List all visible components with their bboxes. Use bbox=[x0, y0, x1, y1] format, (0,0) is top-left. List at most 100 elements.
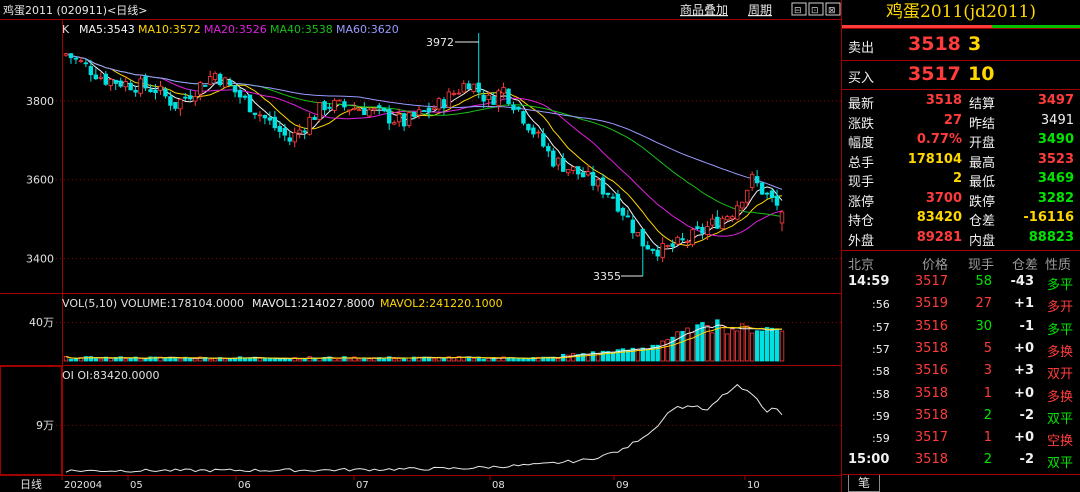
candle-body bbox=[352, 108, 357, 110]
ask-volume: 3 bbox=[968, 33, 982, 55]
volume-bar bbox=[521, 358, 526, 362]
bid-row: 买入 3517 10 bbox=[842, 63, 1080, 89]
ma-legend-item: MA60:3620 bbox=[336, 23, 399, 36]
candle-body bbox=[665, 244, 670, 247]
candle-body bbox=[645, 245, 650, 250]
candle-body bbox=[277, 126, 283, 132]
volume-bar bbox=[257, 357, 263, 362]
ma-legend-item: MA20:3526 bbox=[204, 23, 267, 36]
candle-body bbox=[103, 73, 108, 85]
minimize-icon[interactable]: ⊟ bbox=[794, 6, 802, 16]
kline-chart-area[interactable]: 鸡蛋2011 (020911)<日线> 商品叠加 周期 ⊟ ⊡ ⊠ K MA5:… bbox=[0, 0, 842, 492]
tab-ticks[interactable]: 笔 bbox=[848, 475, 880, 492]
candle-body bbox=[327, 106, 332, 109]
candle-body bbox=[620, 207, 626, 216]
vol-mavol2: MAVOL2:241220.1000 bbox=[380, 297, 503, 310]
volume-bar bbox=[188, 358, 193, 362]
volume-bar bbox=[123, 358, 128, 362]
volume-bar bbox=[461, 356, 466, 362]
candle-body bbox=[585, 171, 591, 176]
candle-body bbox=[421, 110, 427, 112]
candle-body bbox=[148, 89, 153, 93]
price-axis-tick: 3400 bbox=[26, 252, 54, 265]
volume-bar bbox=[68, 358, 74, 362]
volume-bar bbox=[769, 327, 775, 362]
volume-bar bbox=[83, 356, 89, 362]
volume-bar bbox=[481, 358, 486, 362]
tick-row[interactable]: :57 3518 5 +0 多换 bbox=[842, 340, 1080, 360]
tick-row[interactable]: :57 3516 30 -1 多平 bbox=[842, 318, 1080, 338]
candle-body bbox=[720, 217, 725, 230]
volume-bar bbox=[128, 358, 133, 362]
close-icon[interactable]: ⊠ bbox=[828, 6, 836, 16]
volume-bar bbox=[764, 327, 770, 362]
candle-body bbox=[675, 236, 680, 245]
vol-title: VOL(5,10) VOLUME:178104.0000 bbox=[62, 297, 244, 310]
volume-bar bbox=[725, 333, 730, 362]
volume-bar bbox=[779, 330, 785, 362]
x-axis-label: 05 bbox=[130, 480, 143, 491]
ma-legend: MA5:3543 MA10:3572 MA20:3526 MA40:3538 MA60:… bbox=[79, 23, 399, 36]
window-buttons[interactable]: ⊟ ⊡ ⊠ bbox=[791, 2, 841, 16]
ma-line bbox=[65, 53, 783, 190]
candle-body bbox=[635, 231, 641, 237]
candle-body bbox=[725, 216, 730, 221]
vol-axis-tick: 40万 bbox=[29, 316, 54, 329]
candle-body bbox=[764, 192, 770, 195]
stat-row: 现手 2 最低 3469 bbox=[848, 171, 1074, 190]
candle-body bbox=[401, 113, 407, 127]
candle-body bbox=[546, 146, 551, 152]
candle-body bbox=[237, 90, 243, 98]
candle-body bbox=[272, 116, 278, 129]
volume-bar bbox=[660, 340, 665, 362]
tick-row[interactable]: :59 3518 2 -2 双平 bbox=[842, 407, 1080, 427]
tick-row[interactable]: :58 3516 3 +3 双开 bbox=[842, 362, 1080, 382]
candle-body bbox=[143, 76, 148, 89]
menu-period[interactable]: 周期 bbox=[748, 3, 772, 17]
volume-bar bbox=[222, 358, 228, 362]
volume-bar bbox=[471, 358, 476, 362]
candle-body bbox=[178, 99, 183, 110]
volume-bar bbox=[735, 330, 740, 362]
candle-body bbox=[769, 190, 775, 198]
tick-row[interactable]: :56 3519 27 +1 多开 bbox=[842, 295, 1080, 315]
candle-body bbox=[536, 131, 541, 134]
candle-body bbox=[406, 112, 412, 126]
stat-row: 涨跌 27 昨结 3491 bbox=[848, 112, 1074, 132]
candle-body bbox=[451, 93, 457, 95]
candle-body bbox=[411, 111, 417, 117]
tick-row[interactable]: 14:59 3517 58 -43 多平 bbox=[842, 273, 1080, 293]
oi-axis-tick: 9万 bbox=[36, 419, 54, 432]
low-label: 3355 bbox=[593, 270, 621, 283]
volume-bar bbox=[486, 357, 491, 362]
tick-row[interactable]: 15:00 3518 2 -2 双平 bbox=[842, 451, 1080, 471]
tick-row[interactable]: :59 3517 1 +0 空换 bbox=[842, 429, 1080, 449]
candle-body bbox=[63, 53, 69, 56]
volume-bar bbox=[730, 328, 735, 362]
stat-row: 外盘 89281 内盘 88823 bbox=[848, 229, 1074, 249]
candle-body bbox=[730, 216, 735, 220]
volume-bar bbox=[406, 357, 412, 362]
price-extremes: 3972 3355 bbox=[426, 36, 621, 283]
volume-bar bbox=[720, 325, 725, 362]
candle-body bbox=[416, 109, 422, 116]
candle-body bbox=[282, 128, 287, 136]
x-axis-label: 09 bbox=[616, 480, 629, 491]
restore-icon[interactable]: ⊡ bbox=[811, 6, 819, 16]
tick-row[interactable]: :58 3518 1 +0 多换 bbox=[842, 385, 1080, 405]
volume-bar bbox=[357, 358, 362, 362]
volume-bar bbox=[496, 357, 501, 362]
candle-body bbox=[188, 95, 193, 100]
volume-bar bbox=[516, 358, 521, 362]
menu-overlay-commodity[interactable]: 商品叠加 bbox=[680, 2, 728, 17]
candle-body bbox=[203, 85, 208, 87]
candle-body bbox=[332, 100, 337, 111]
candle-body bbox=[556, 157, 561, 166]
candle-body bbox=[391, 122, 397, 125]
candle-body bbox=[168, 96, 173, 106]
volume-bar bbox=[367, 358, 372, 362]
candle-body bbox=[357, 109, 362, 112]
volume-bar bbox=[297, 358, 302, 362]
candle-body bbox=[690, 229, 695, 246]
volume-bar bbox=[675, 331, 680, 362]
